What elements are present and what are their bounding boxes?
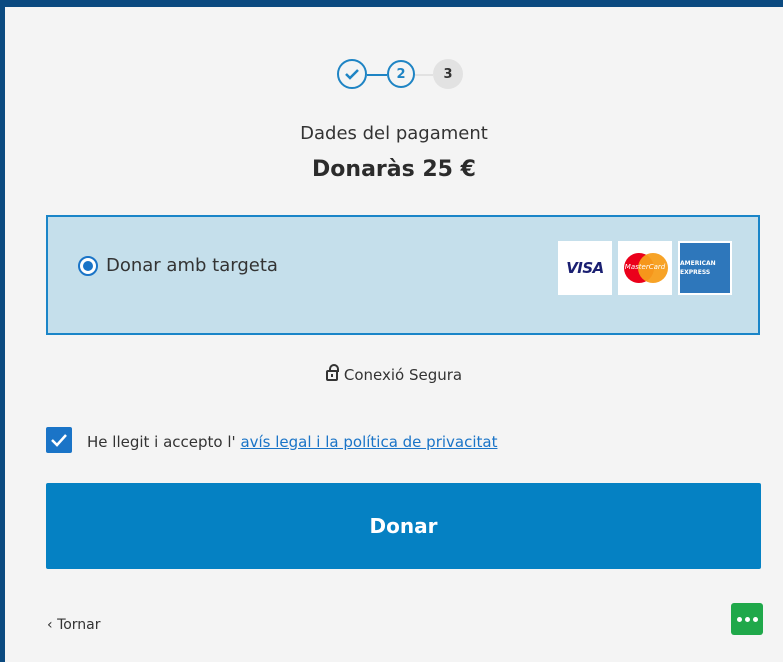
- step-indicator: 2 3: [337, 59, 472, 91]
- donation-amount: Donaràs 25 €: [312, 157, 476, 182]
- dot-icon: [752, 616, 758, 622]
- donation-panel: 2 3 Dades del pagament Donaràs 25 € Dona…: [5, 7, 783, 662]
- step-connector: [367, 74, 387, 76]
- chevron-left-icon: ‹: [47, 617, 53, 633]
- secure-connection: Conexió Segura: [5, 364, 783, 384]
- payment-option-card[interactable]: Donar amb targeta VISA MasterCard AMERIC…: [46, 215, 760, 335]
- lock-icon: [325, 364, 339, 381]
- privacy-policy-link[interactable]: avís legal i la política de privacitat: [240, 433, 497, 451]
- terms-text: He llegit i accepto l' avís legal i la p…: [87, 433, 498, 451]
- checkmark-icon: [345, 69, 359, 80]
- card-radio-button[interactable]: [78, 256, 98, 276]
- donate-button[interactable]: Donar: [46, 483, 761, 569]
- amex-logo: AMERICAN EXPRESS: [678, 241, 732, 295]
- dot-icon: [736, 616, 742, 622]
- step-3-pending: 3: [433, 59, 463, 89]
- visa-logo: VISA: [558, 241, 612, 295]
- terms-checkbox[interactable]: [46, 427, 72, 453]
- page-subtitle: Dades del pagament: [300, 123, 488, 144]
- payment-option-label: Donar amb targeta: [106, 255, 278, 276]
- step-1-done: [337, 59, 367, 89]
- step-connector: [415, 74, 433, 76]
- step-2-current: 2: [387, 60, 415, 88]
- dot-icon: [744, 616, 750, 622]
- back-link[interactable]: ‹ Tornar: [47, 617, 101, 633]
- checkmark-icon: [51, 434, 67, 447]
- secure-label: Conexió Segura: [343, 366, 463, 384]
- mastercard-logo: MasterCard: [618, 241, 672, 295]
- chat-more-button[interactable]: [731, 603, 763, 635]
